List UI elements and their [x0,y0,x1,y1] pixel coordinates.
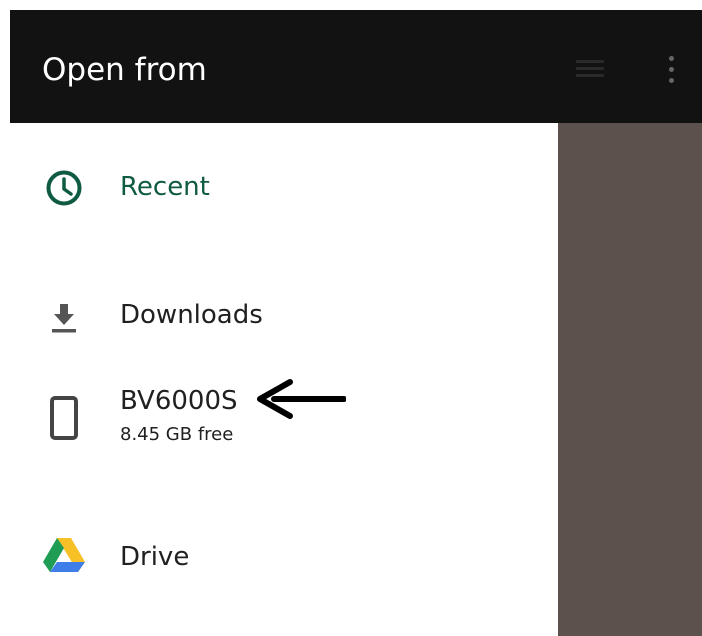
drawer-title: Open from [42,52,207,88]
google-drive-icon [42,534,86,578]
clock-icon [42,166,86,210]
download-icon [42,296,86,340]
page: Open from Recent Downloads BV6000S 8.45 … [0,0,702,636]
left-arrow-icon [256,378,347,422]
nav-item-recent[interactable]: Recent [10,160,558,230]
more-vert-icon [666,54,676,86]
storage-free-label: 8.45 GB free [120,424,234,445]
scrim-backdrop[interactable] [558,10,702,636]
nav-item-label: Downloads [120,300,263,330]
hamburger-menu-icon [576,60,604,78]
nav-item-label: BV6000S [120,386,238,416]
nav-item-drive[interactable]: Drive [10,520,558,590]
phone-icon [42,392,86,440]
nav-item-label: Drive [120,542,190,572]
drawer-header: Open from [10,10,558,123]
nav-item-downloads[interactable]: Downloads [10,290,558,360]
backdrop-toolbar [558,10,702,123]
navigation-drawer: Open from Recent Downloads BV6000S 8.45 … [10,10,558,636]
nav-item-label: Recent [120,172,210,202]
